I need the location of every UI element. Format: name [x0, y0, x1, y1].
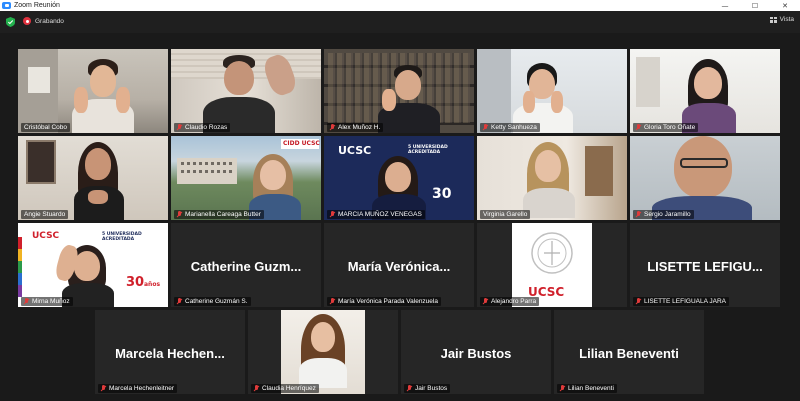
recording-indicator[interactable]: Grabando — [23, 17, 64, 25]
muted-microphone-icon — [176, 211, 183, 218]
muted-microphone-icon — [635, 298, 642, 305]
anniversary-number: 30 — [126, 275, 145, 290]
ucsc-logo-text: UCSC — [32, 231, 60, 241]
video-tile[interactable]: Alex Muñoz H. — [324, 49, 474, 133]
profile-picture-tile[interactable]: Claudia Henríquez — [248, 310, 398, 394]
video-tile[interactable]: Cristóbal Cobo — [18, 49, 168, 133]
window-controls: — ☐ ✕ — [710, 0, 800, 11]
participant-name-label: LISETTE LEFIGUALA JARA — [633, 297, 729, 306]
participant-name-label: María Verónica Parada Valenzuela — [327, 297, 441, 306]
video-tile[interactable]: Angie Stuardo — [18, 136, 168, 220]
video-feed — [18, 136, 168, 220]
video-feed — [324, 49, 474, 133]
muted-microphone-icon — [559, 385, 566, 392]
video-feed — [477, 136, 627, 220]
window-title: Zoom Reunión — [14, 2, 60, 9]
video-off-tile[interactable]: Marcela Hechen... Marcela Hechenleitner — [95, 310, 245, 394]
participant-name-label: Ketty Sanhueza — [480, 123, 540, 132]
profile-picture: UCSC — [512, 223, 592, 307]
muted-microphone-icon — [635, 124, 642, 131]
record-icon — [23, 17, 31, 25]
video-tile[interactable]: UCSC 5 UNIVERSIDAD ACREDITADA 30 años Mi… — [18, 223, 168, 307]
anniversary-number: 30 — [432, 186, 452, 202]
muted-microphone-icon — [253, 385, 260, 392]
participant-name-label: Sergio Jaramillo — [633, 210, 694, 219]
profile-picture-tile[interactable]: UCSC Alejandro Parra — [477, 223, 627, 307]
participant-name-label: Mirna Muñoz — [21, 297, 73, 306]
participant-name-label: Claudia Henríquez — [251, 384, 319, 393]
muted-microphone-icon — [100, 385, 107, 392]
active-speaker-tile[interactable]: Virginia Garello — [477, 136, 627, 220]
muted-microphone-icon — [329, 298, 336, 305]
recording-label: Grabando — [35, 17, 64, 25]
video-tile[interactable]: Ketty Sanhueza — [477, 49, 627, 133]
participant-display-name: Catherine Guzm... — [190, 259, 302, 274]
participant-name-label: Virginia Garello — [480, 210, 531, 219]
video-feed: UCSC 5 UNIVERSIDAD ACREDITADA 30 años — [18, 223, 168, 307]
video-feed — [18, 49, 168, 133]
participant-display-name: Marcela Hechen... — [115, 346, 225, 361]
minimize-button[interactable]: — — [710, 0, 740, 11]
profile-picture — [281, 310, 365, 394]
muted-microphone-icon — [482, 298, 489, 305]
muted-microphone-icon — [329, 124, 336, 131]
participant-display-name: María Verónica... — [347, 259, 451, 274]
muted-microphone-icon — [635, 211, 642, 218]
video-tile[interactable]: Claudio Rozas — [171, 49, 321, 133]
view-label: Vista — [779, 16, 794, 23]
participant-name-label: Lilian Beneventi — [557, 384, 617, 393]
muted-microphone-icon — [329, 211, 336, 218]
grid-view-icon — [769, 16, 777, 23]
muted-microphone-icon — [23, 298, 30, 305]
shield-icon[interactable] — [6, 17, 15, 27]
video-tile[interactable]: CIDD UCSC Marianella Careaga Butter — [171, 136, 321, 220]
video-tile[interactable]: UCSC 5 UNIVERSIDAD ACREDITADA 30 MARCIA … — [324, 136, 474, 220]
ucsc-logo-text: UCSC — [338, 144, 372, 157]
video-off-tile[interactable]: Lilian Beneventi Lilian Beneventi — [554, 310, 704, 394]
muted-microphone-icon — [176, 298, 183, 305]
accredited-text: 5 UNIVERSIDAD ACREDITADA — [408, 145, 448, 155]
participant-name-label: Marianella Careaga Butter — [174, 210, 264, 219]
participant-display-name: Jair Bustos — [440, 346, 512, 361]
muted-microphone-icon — [482, 124, 489, 131]
participant-name-label: Alex Muñoz H. — [327, 123, 384, 132]
zoom-app-icon — [2, 2, 11, 9]
video-off-tile[interactable]: María Verónica... María Verónica Parada … — [324, 223, 474, 307]
view-button[interactable]: Vista — [769, 16, 794, 23]
participant-name-label: Marcela Hechenleitner — [98, 384, 178, 393]
video-feed — [477, 49, 627, 133]
participant-display-name: Lilian Beneventi — [579, 346, 679, 361]
video-off-tile[interactable]: LISETTE LEFIGU... LISETTE LEFIGUALA JARA — [630, 223, 780, 307]
video-feed: CIDD UCSC — [171, 136, 321, 220]
cidd-logo-text: CIDD UCSC — [283, 140, 320, 147]
video-feed — [630, 49, 780, 133]
participant-display-name: LISETTE LEFIGU... — [647, 259, 763, 274]
participant-name-label: Catherine Guzmán S. — [174, 297, 251, 306]
video-feed — [630, 136, 780, 220]
participant-name-label: Cristóbal Cobo — [21, 123, 70, 132]
video-feed — [171, 49, 321, 133]
meeting-topbar: Grabando Vista — [0, 11, 800, 33]
maximize-button[interactable]: ☐ — [740, 0, 770, 11]
participant-name-label: Jair Bustos — [404, 384, 451, 393]
muted-microphone-icon — [406, 385, 413, 392]
muted-microphone-icon — [176, 124, 183, 131]
video-tile[interactable]: Sergio Jaramillo — [630, 136, 780, 220]
participant-name-label: Angie Stuardo — [21, 210, 69, 219]
participant-name-label: Alejandro Parra — [480, 297, 540, 306]
video-feed: UCSC 5 UNIVERSIDAD ACREDITADA 30 — [324, 136, 474, 220]
accredited-text: 5 UNIVERSIDAD ACREDITADA — [102, 232, 142, 242]
video-off-tile[interactable]: Jair Bustos Jair Bustos — [401, 310, 551, 394]
participant-name-label: Claudio Rozas — [174, 123, 231, 132]
participant-name-label: Gloria Toro Oñate — [633, 123, 699, 132]
participant-name-label: MARCIA MUÑOZ VENEGAS — [327, 210, 425, 219]
anniversary-subtext: años — [144, 281, 161, 288]
video-tile[interactable]: Gloria Toro Oñate — [630, 49, 780, 133]
close-button[interactable]: ✕ — [770, 0, 800, 11]
video-off-tile[interactable]: Catherine Guzm... Catherine Guzmán S. — [171, 223, 321, 307]
window-titlebar: Zoom Reunión — ☐ ✕ — [0, 0, 800, 11]
